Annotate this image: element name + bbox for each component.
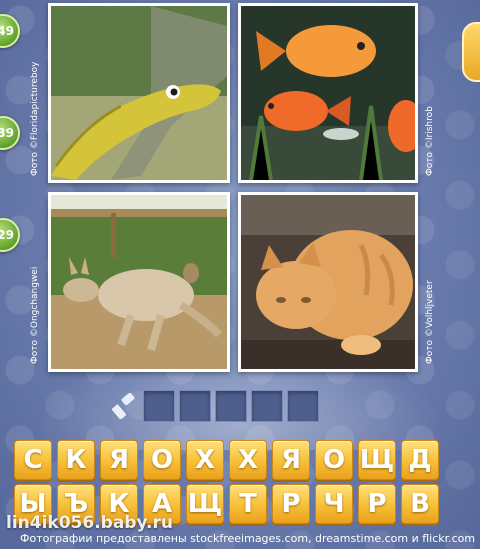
photo-snake[interactable] [48,3,230,183]
letter-tile[interactable]: Х [186,440,224,480]
badge-value: 39 [0,126,14,140]
letter-tile[interactable]: О [143,440,181,480]
photo-credit-1: Фото ©Floridapictureboy [30,61,40,176]
photo-credit-3: Фото ©Ongchangwei [30,266,40,364]
letter-tile[interactable]: Т [229,484,267,524]
hint-hammer-icon[interactable] [111,392,138,420]
kangaroo-image [51,195,227,369]
letter-tile[interactable]: Д [401,440,439,480]
photo-kangaroo[interactable] [48,192,230,372]
letter-tile[interactable]: Щ [358,440,396,480]
cat-image [241,195,415,369]
photo-credit-4: Фото ©Volhljveter [425,280,435,364]
letter-tile[interactable]: О [315,440,353,480]
answer-slot[interactable] [287,390,319,422]
level-badge-1[interactable]: 49 [0,14,20,48]
letter-tile[interactable]: В [401,484,439,524]
answer-slot[interactable] [179,390,211,422]
level-badge-2[interactable]: 39 [0,116,20,150]
snake-image [51,6,227,180]
photo-cat[interactable] [238,192,418,372]
coins-tab[interactable] [462,22,480,82]
photo-fish[interactable] [238,3,418,183]
letter-tile[interactable]: Я [100,440,138,480]
letter-tile[interactable]: Я [272,440,310,480]
badge-value: 29 [0,228,14,242]
letter-row-1: С К Я О Х Х Я О Щ Д [14,440,439,480]
footer-credits: Фотографии предоставлены stockfreeimages… [20,531,476,545]
answer-slot[interactable] [143,390,175,422]
fish-image [241,6,415,180]
badge-value: 49 [0,24,14,38]
answer-slot[interactable] [251,390,283,422]
letter-tile[interactable]: Р [358,484,396,524]
answer-slot[interactable] [215,390,247,422]
letter-tile[interactable]: Х [229,440,267,480]
letter-tile[interactable]: Щ [186,484,224,524]
photo-credit-2: Фото ©Irishrob [425,106,435,176]
letter-tile[interactable]: С [14,440,52,480]
letter-tile[interactable]: К [57,440,95,480]
letter-tile[interactable]: Р [272,484,310,524]
letter-tile[interactable]: Ч [315,484,353,524]
answer-slots [143,390,319,422]
level-badge-3[interactable]: 29 [0,218,20,252]
